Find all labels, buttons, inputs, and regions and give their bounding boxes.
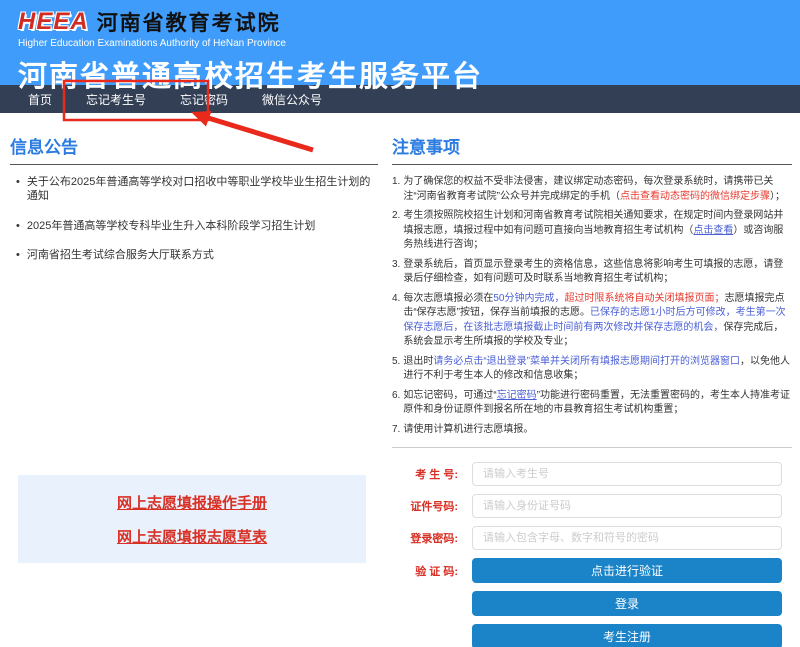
inline-link[interactable]: 忘记密码 (497, 390, 537, 401)
draft-table-link[interactable]: 网上志愿填报志愿草表 (117, 526, 267, 547)
notice-link[interactable]: • 河南省招生考试综合服务大厅联系方式 (10, 248, 378, 262)
note-text-segment: 点击查看动态密码的微信绑定步骤 (620, 191, 770, 202)
login-form: 考 生 号: 证件号码: 登录密码: 验 证 码: 点击进行验证 登 (392, 462, 792, 647)
heea-logo-icon: HEEA (18, 8, 89, 36)
register-row: 考生注册 (392, 624, 792, 647)
notice-text: 河南省招生考试综合服务大厅联系方式 (27, 248, 214, 262)
student-id-input[interactable] (472, 462, 782, 486)
password-input[interactable] (472, 526, 782, 550)
note-text: 为了确保您的权益不受非法侵害，建议绑定动态密码，每次登录系统时，请携带已关注“河… (403, 175, 792, 204)
notes-panel: 注意事项 1.为了确保您的权益不受非法侵害，建议绑定动态密码，每次登录系统时，请… (392, 133, 792, 647)
note-number: 1. (392, 175, 400, 204)
inline-link[interactable]: 点击查看 (693, 225, 733, 236)
notices-title: 信息公告 (10, 133, 378, 165)
id-number-row: 证件号码: (392, 494, 792, 518)
note-item-6: 6.如忘记密码，可通过“忘记密码”功能进行密码重置，无法重置密码的，考生本人持准… (392, 389, 792, 418)
login-row: 登录 (392, 591, 792, 616)
note-number: 6. (392, 389, 400, 418)
note-text-segment: 退出时 (403, 356, 433, 367)
password-row: 登录密码: (392, 526, 792, 550)
student-id-label: 考 生 号: (392, 466, 458, 482)
student-id-row: 考 生 号: (392, 462, 792, 486)
bullet-icon: • (16, 175, 20, 204)
id-number-input[interactable] (472, 494, 782, 518)
nav-item-forgot-exam-id[interactable]: 忘记考生号 (86, 91, 146, 108)
note-text-segment: 请务必点击“退出登录”菜单并关闭所有填报志愿期间打开的浏览器窗口 (433, 356, 740, 367)
notices-list: •关于公布2025年普通高等学校对口招收中等职业学校毕业生招生计划的通知•202… (10, 175, 378, 262)
page: HEEA 河南省教育考试院 Higher Education Examinati… (0, 0, 800, 647)
note-number: 2. (392, 209, 400, 253)
register-button[interactable]: 考生注册 (472, 624, 782, 647)
bullet-icon: • (16, 248, 20, 262)
note-number: 5. (392, 355, 400, 384)
notice-link[interactable]: •关于公布2025年普通高等学校对口招收中等职业学校毕业生招生计划的通知 (10, 175, 378, 204)
org-name-en: Higher Education Examinations Authority … (18, 38, 800, 49)
note-text-segment: 50分钟内完成， (493, 293, 564, 304)
download-box: 网上志愿填报操作手册 网上志愿填报志愿草表 (18, 475, 366, 563)
note-item-2: 2.考生须按照院校招生计划和河南省教育考试院相关通知要求，在规定时间内登录网站并… (392, 209, 792, 253)
notice-text: 关于公布2025年普通高等学校对口招收中等职业学校毕业生招生计划的通知 (27, 175, 378, 204)
form-divider (392, 447, 792, 448)
nav-item-wechat[interactable]: 微信公众号 (262, 91, 322, 108)
login-button[interactable]: 登录 (472, 591, 782, 616)
note-text-segment: 登录系统后，首页显示登录考生的资格信息，这些信息将影响考生可填报的志愿，请登录后… (403, 259, 783, 285)
org-name: 河南省教育考试院 (97, 7, 281, 37)
note-text-segment: 超过时限系统将自动关闭填报页面； (564, 293, 724, 304)
note-text: 登录系统后，首页显示登录考生的资格信息，这些信息将影响考生可填报的志愿，请登录后… (403, 258, 792, 287)
notice-link[interactable]: • 2025年普通高等学校专科毕业生升入本科阶段学习招生计划 (10, 219, 378, 233)
note-text: 请使用计算机进行志愿填报。 (403, 423, 792, 438)
bullet-icon: • (16, 219, 20, 233)
note-number: 3. (392, 258, 400, 287)
note-text-segment: 请使用计算机进行志愿填报。 (403, 424, 533, 435)
header: HEEA 河南省教育考试院 Higher Education Examinati… (0, 0, 800, 85)
nav-item-home[interactable]: 首页 (28, 91, 52, 108)
captcha-row: 验 证 码: 点击进行验证 (392, 558, 792, 583)
note-text-segment: ）； (770, 191, 785, 202)
note-item-7: 7.请使用计算机进行志愿填报。 (392, 423, 792, 438)
manual-link[interactable]: 网上志愿填报操作手册 (117, 492, 267, 513)
note-item-3: 3.登录系统后，首页显示登录考生的资格信息，这些信息将影响考生可填报的志愿，请登… (392, 258, 792, 287)
note-text-segment: 每次志愿填报必须在 (403, 293, 493, 304)
note-number: 7. (392, 423, 400, 438)
note-item-1: 1.为了确保您的权益不受非法侵害，建议绑定动态密码，每次登录系统时，请携带已关注… (392, 175, 792, 204)
notice-text: 2025年普通高等学校专科毕业生升入本科阶段学习招生计划 (27, 219, 315, 233)
password-label: 登录密码: (392, 530, 458, 546)
captcha-verify-button[interactable]: 点击进行验证 (472, 558, 782, 583)
nav-item-forgot-password[interactable]: 忘记密码 (180, 91, 228, 108)
brand-row: HEEA 河南省教育考试院 (18, 7, 800, 37)
id-number-label: 证件号码: (392, 498, 458, 514)
notes-title: 注意事项 (392, 133, 792, 165)
note-text-segment: 如忘记密码，可通过“ (403, 390, 496, 401)
note-number: 4. (392, 292, 400, 350)
note-text: 退出时请务必点击“退出登录”菜单并关闭所有填报志愿期间打开的浏览器窗口，以免他人… (403, 355, 792, 384)
main-content: 信息公告 •关于公布2025年普通高等学校对口招收中等职业学校毕业生招生计划的通… (0, 113, 800, 647)
note-text: 考生须按照院校招生计划和河南省教育考试院相关通知要求，在规定时间内登录网站并填报… (403, 209, 792, 253)
note-text: 如忘记密码，可通过“忘记密码”功能进行密码重置，无法重置密码的，考生本人持准考证… (403, 389, 792, 418)
captcha-label: 验 证 码: (392, 563, 458, 579)
note-item-4: 4.每次志愿填报必须在50分钟内完成，超过时限系统将自动关闭填报页面；志愿填报完… (392, 292, 792, 350)
note-text: 每次志愿填报必须在50分钟内完成，超过时限系统将自动关闭填报页面；志愿填报完点击… (403, 292, 792, 350)
notices-panel: 信息公告 •关于公布2025年普通高等学校对口招收中等职业学校毕业生招生计划的通… (10, 133, 378, 647)
note-item-5: 5.退出时请务必点击“退出登录”菜单并关闭所有填报志愿期间打开的浏览器窗口，以免… (392, 355, 792, 384)
notes-list: 1.为了确保您的权益不受非法侵害，建议绑定动态密码，每次登录系统时，请携带已关注… (392, 175, 792, 437)
